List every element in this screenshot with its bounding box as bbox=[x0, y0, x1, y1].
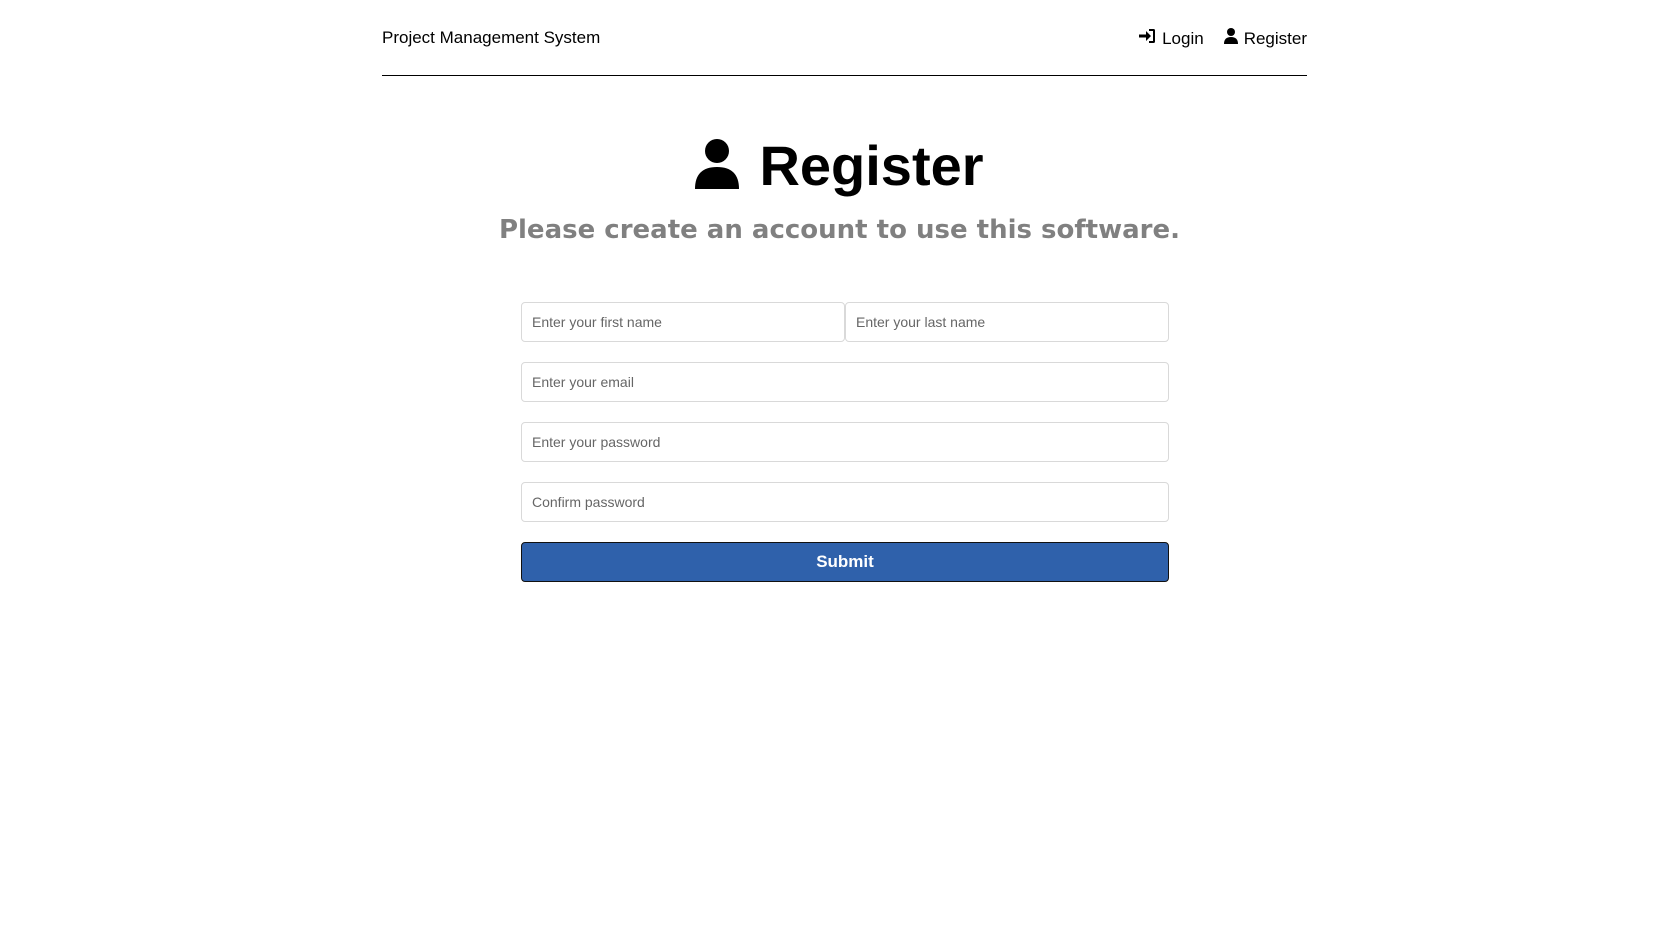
last-name-input[interactable] bbox=[845, 302, 1169, 342]
page-subtitle: Please create an account to use this sof… bbox=[498, 215, 1181, 245]
submit-button[interactable]: Submit bbox=[521, 542, 1169, 582]
confirm-password-input[interactable] bbox=[521, 482, 1169, 522]
sign-in-icon bbox=[1139, 28, 1162, 49]
page-heading: Register bbox=[0, 134, 1679, 198]
email-input[interactable] bbox=[521, 362, 1169, 402]
top-nav: Login Register bbox=[1119, 28, 1307, 49]
user-icon bbox=[695, 138, 759, 194]
login-label: Login bbox=[1162, 28, 1204, 48]
register-label: Register bbox=[1243, 28, 1307, 48]
page: Project Management System Login Register… bbox=[0, 0, 1679, 939]
first-name-input[interactable] bbox=[521, 302, 845, 342]
page-title: Register bbox=[759, 134, 984, 197]
email-row bbox=[521, 362, 1169, 402]
password-input[interactable] bbox=[521, 422, 1169, 462]
register-form: Submit bbox=[521, 302, 1169, 582]
confirm-password-row bbox=[521, 482, 1169, 522]
login-link[interactable]: Login bbox=[1139, 28, 1204, 49]
brand-title[interactable]: Project Management System bbox=[382, 28, 600, 48]
name-row bbox=[521, 302, 1169, 342]
user-icon bbox=[1223, 28, 1244, 49]
register-link[interactable]: Register bbox=[1223, 28, 1307, 49]
top-header: Project Management System Login Register bbox=[382, 0, 1307, 76]
password-row bbox=[521, 422, 1169, 462]
